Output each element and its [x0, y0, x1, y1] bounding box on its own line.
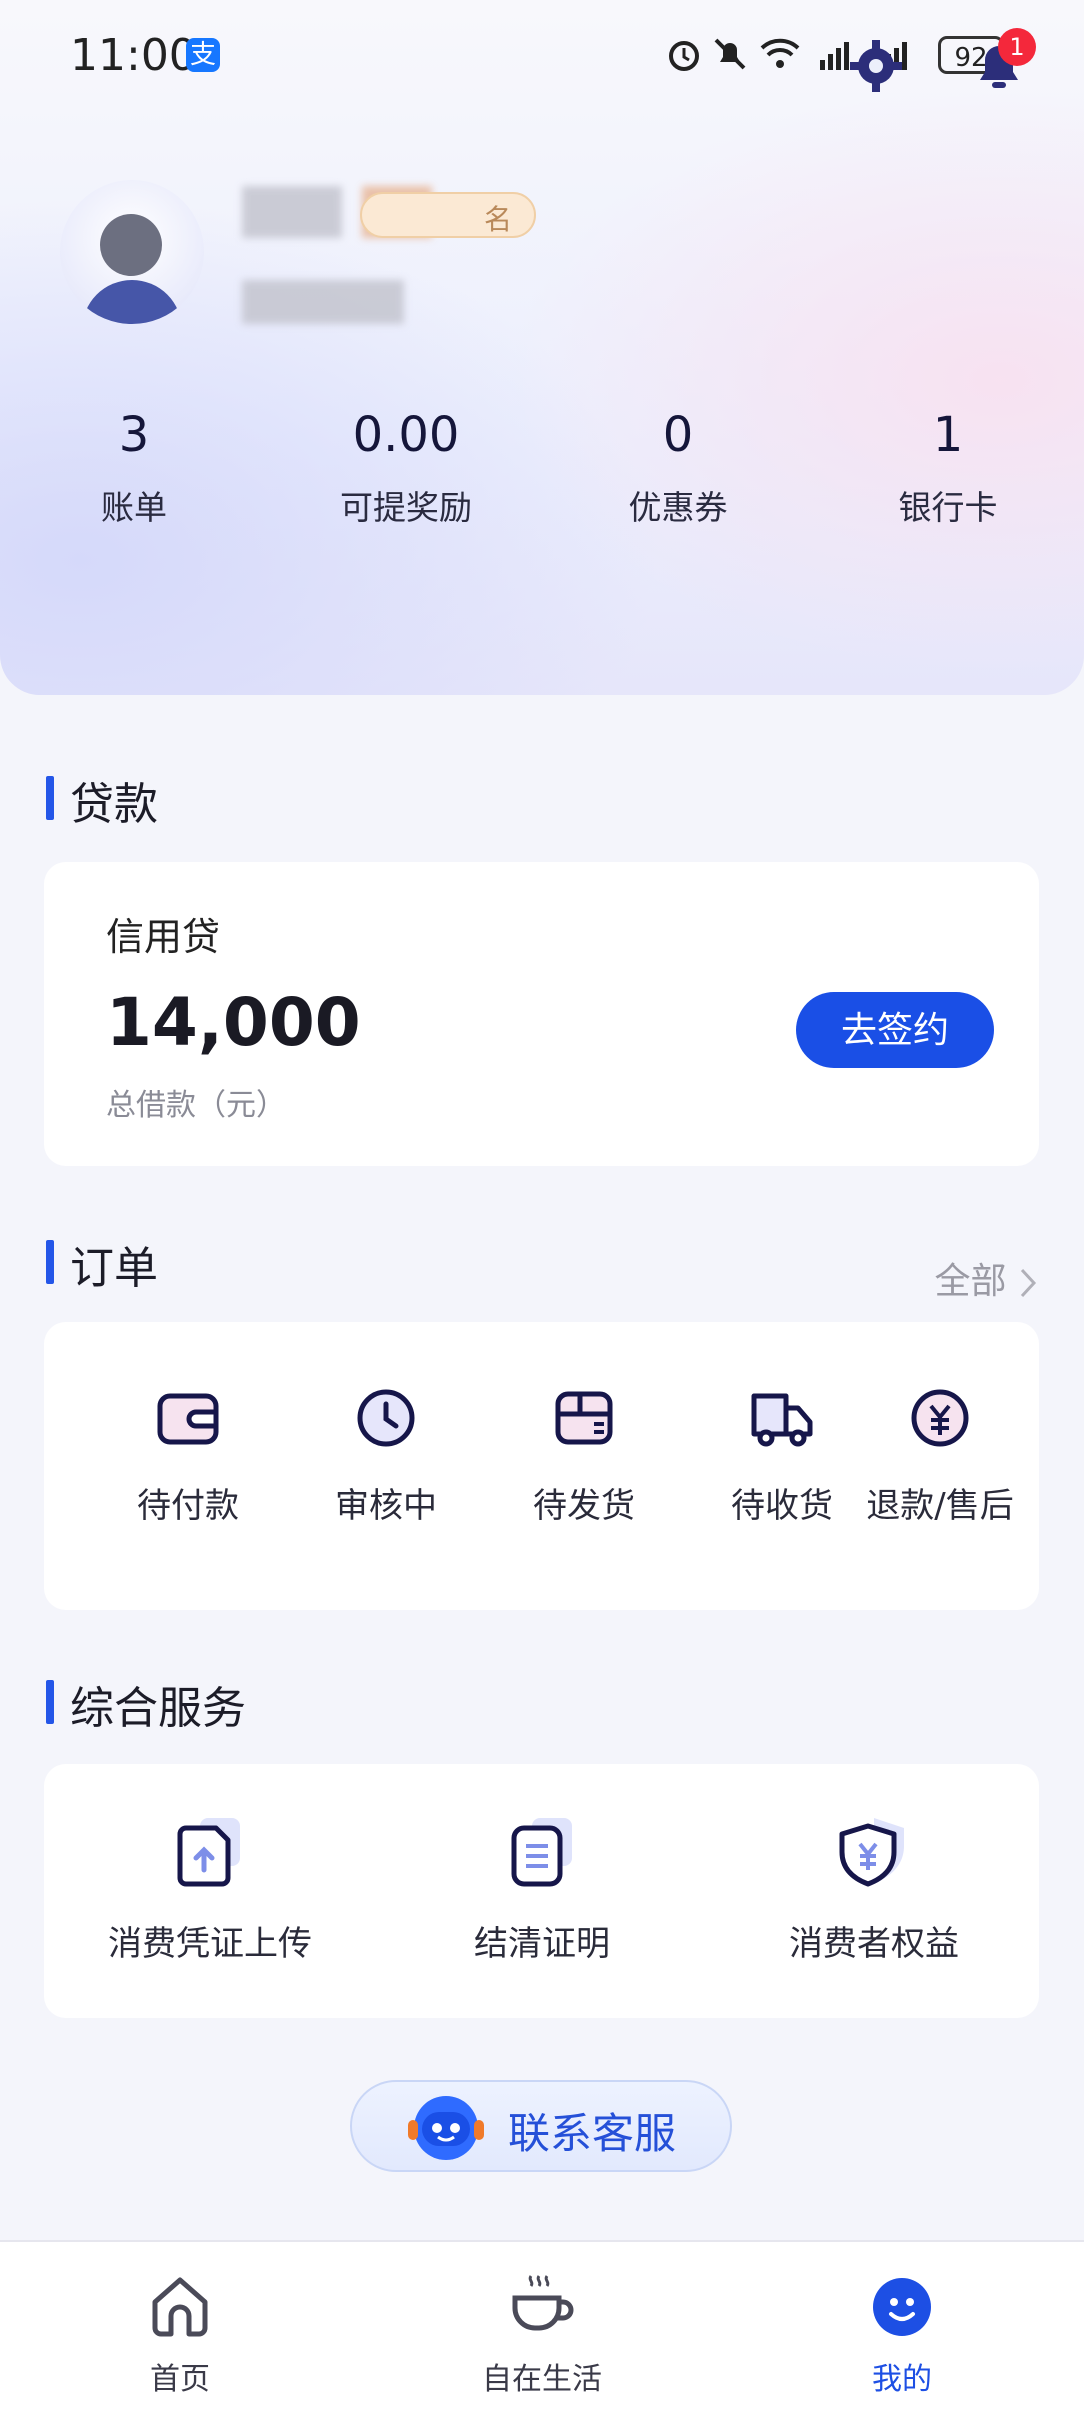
stat-bank-cards[interactable]: 1 银行卡	[838, 405, 1058, 529]
stat-value: 3	[118, 407, 150, 463]
tab-home[interactable]: 首页	[80, 2272, 280, 2398]
section-title-loan: 贷款	[46, 768, 158, 832]
loan-card[interactable]: 信用贷 14,000 总借款（元） 去签约	[44, 862, 1039, 1166]
stat-label: 可提奖励	[340, 488, 472, 527]
stat-value: 0.00	[352, 407, 460, 463]
wifi-icon	[760, 38, 800, 68]
service-settlement-proof[interactable]: 结清证明	[392, 1814, 692, 1965]
robot-headset-icon	[408, 2096, 484, 2160]
stat-label: 优惠券	[628, 488, 728, 527]
sign-contract-button[interactable]: 去签约	[796, 992, 994, 1068]
stat-bills[interactable]: 3 账单	[24, 405, 244, 529]
avatar[interactable]	[60, 180, 204, 324]
services-card: 消费凭证上传 结清证明 消费者权益	[44, 1764, 1039, 2018]
clock-icon	[357, 1389, 415, 1447]
username-redacted	[242, 186, 342, 238]
service-consumer-rights[interactable]: 消费者权益	[724, 1814, 1024, 1965]
alarm-icon	[669, 41, 699, 71]
tab-lifestyle[interactable]: 自在生活	[442, 2272, 642, 2398]
orders-card: 待付款 审核中 待发货 待收货 退款/售后	[44, 1322, 1039, 1610]
service-voucher-upload[interactable]: 消费凭证上传	[60, 1814, 360, 1965]
stat-label: 账单	[101, 488, 167, 527]
coffee-cup-icon	[512, 2275, 574, 2331]
order-under-review[interactable]: 审核中	[286, 1382, 486, 1527]
contact-customer-service-button[interactable]: 联系客服	[350, 2080, 732, 2172]
mute-icon	[714, 38, 746, 70]
alipay-icon: 支	[186, 38, 220, 72]
loan-amount: 14,000	[106, 984, 361, 1061]
truck-icon	[751, 1393, 813, 1447]
bottom-tab-bar: 首页 自在生活 我的	[0, 2240, 1084, 2414]
refund-icon	[911, 1389, 969, 1447]
account-redacted	[242, 280, 404, 324]
verified-badge: 名	[360, 192, 536, 238]
wallet-icon	[157, 1393, 219, 1445]
stat-label: 银行卡	[898, 488, 998, 527]
section-title-services: 综合服务	[46, 1672, 246, 1736]
certificate-icon	[511, 1818, 572, 1887]
loan-product-name: 信用贷	[106, 915, 221, 959]
orders-all-link[interactable]: 全部	[935, 1252, 1040, 1304]
stat-coupons[interactable]: 0 优惠券	[568, 405, 788, 529]
loan-amount-label: 总借款（元）	[106, 1088, 286, 1123]
shield-yuan-icon	[839, 1818, 904, 1887]
settings-gear-icon[interactable]	[846, 36, 906, 96]
order-refund-aftersale[interactable]: 退款/售后	[860, 1382, 1020, 1527]
stat-value: 1	[932, 407, 964, 463]
status-time: 11:00	[70, 30, 197, 81]
order-awaiting-shipment[interactable]: 待发货	[484, 1382, 684, 1527]
order-awaiting-receipt[interactable]: 待收货	[682, 1382, 882, 1527]
section-title-orders: 订单	[46, 1232, 158, 1296]
tab-mine[interactable]: 我的	[802, 2272, 1002, 2398]
stat-value: 0	[662, 407, 694, 463]
smile-icon	[873, 2278, 931, 2336]
package-icon	[555, 1391, 613, 1445]
upload-document-icon	[177, 1818, 240, 1887]
notification-badge: 1	[998, 28, 1036, 66]
chevron-right-icon	[1020, 1268, 1037, 1298]
stat-rewards[interactable]: 0.00 可提奖励	[296, 405, 516, 529]
order-pending-payment[interactable]: 待付款	[88, 1382, 288, 1527]
home-icon	[152, 2277, 208, 2337]
status-bar: 11:00 支 92 1	[0, 0, 1084, 110]
